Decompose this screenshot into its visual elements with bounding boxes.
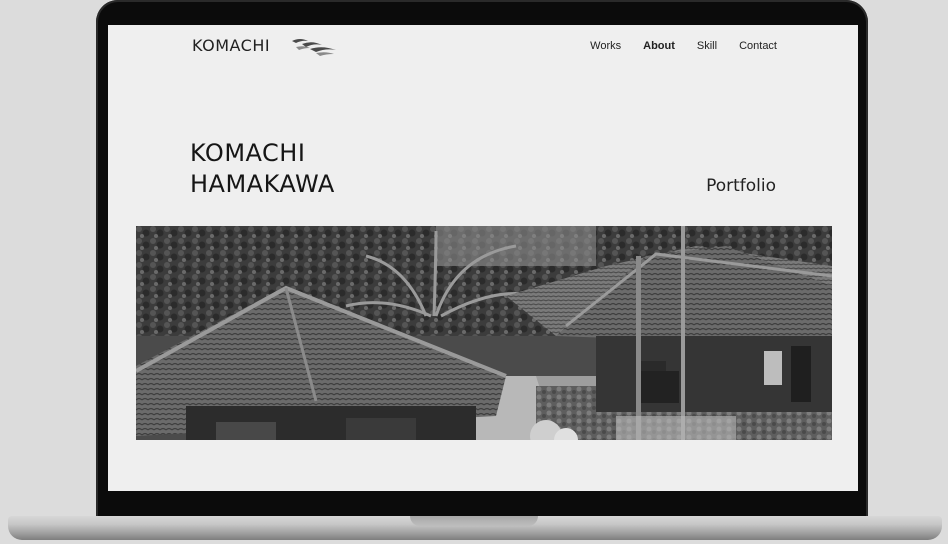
main-nav: Works About Skill Contact [590,40,777,52]
hero-name: KOMACHI HAMAKAWA [190,138,335,200]
brand-logo-text[interactable]: KOMACHI [192,36,270,55]
hero-name-first: KOMACHI [190,139,306,167]
nav-skill[interactable]: Skill [697,40,717,52]
hero-name-last: HAMAKAWA [190,170,335,198]
nav-about[interactable]: About [643,40,675,52]
wave-logo-icon [292,39,336,56]
portfolio-label: Portfolio [706,176,776,196]
laptop-notch [410,516,538,526]
website-screen: KOMACHI Works About Skill Contact KOMACH… [108,25,858,491]
hero-photo [136,226,832,440]
nav-contact[interactable]: Contact [739,40,777,52]
nav-works[interactable]: Works [590,40,621,52]
